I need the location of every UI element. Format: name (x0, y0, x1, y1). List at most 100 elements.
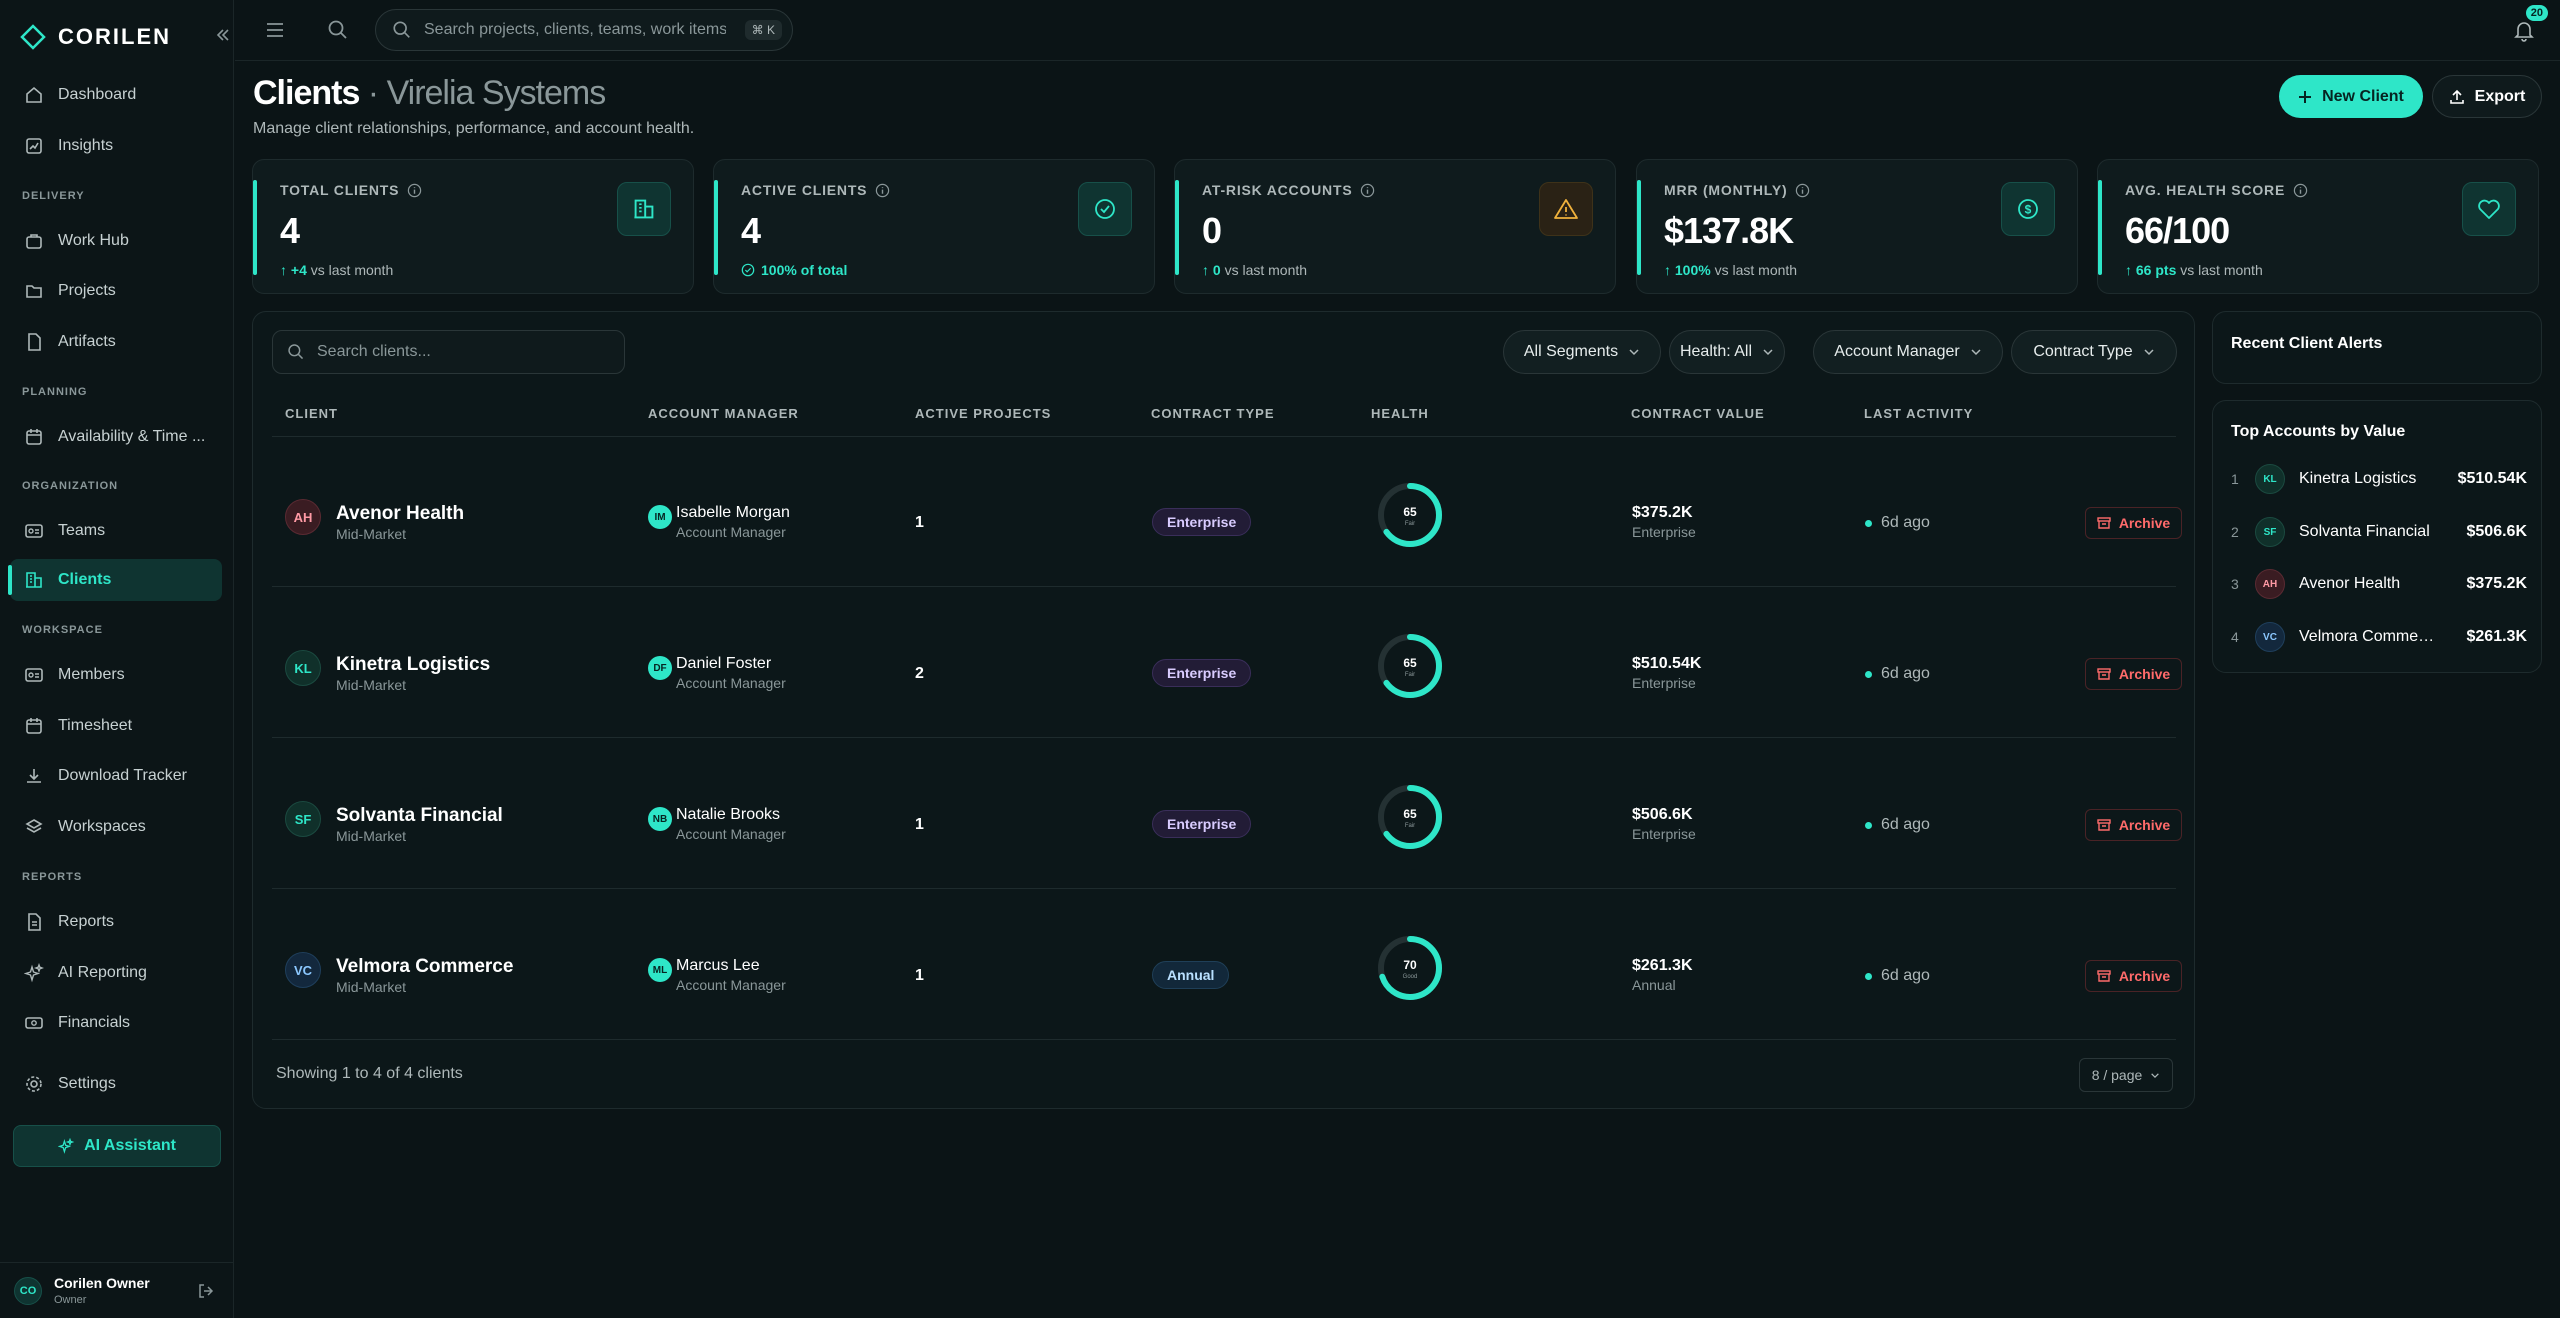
gear-icon (26, 1076, 42, 1092)
nav-label: Download Tracker (58, 767, 187, 784)
client-name[interactable]: Avenor Health (336, 503, 464, 525)
nav-label: Financials (58, 1014, 131, 1031)
list-item[interactable]: 1 KL Kinetra Logistics $510.54K (2231, 459, 2527, 499)
nav-clients[interactable]: Clients (8, 559, 222, 601)
list-item[interactable]: 2 SF Solvanta Financial $506.6K (2231, 512, 2527, 552)
active-projects: 1 (915, 514, 924, 531)
menu-icon[interactable] (265, 21, 285, 39)
account-value: $261.3K (2466, 628, 2528, 645)
filter-account-manager[interactable]: Account Manager (1813, 330, 2003, 374)
archive-button[interactable]: Archive (2085, 960, 2182, 992)
per-page-select[interactable]: 8 / page (2079, 1058, 2173, 1092)
contract-value: $261.3K (1632, 957, 1693, 974)
nav-artifacts[interactable]: Artifacts (10, 321, 222, 363)
logout-icon[interactable] (198, 1283, 214, 1299)
table-row[interactable]: AH Avenor Health Mid-Market IM Isabelle … (272, 437, 2182, 587)
column-header-last-activity[interactable]: LAST ACTIVITY (1864, 406, 1973, 421)
nav-ai-reporting[interactable]: AI Reporting (10, 952, 222, 994)
ai-assistant-label: AI Assistant (84, 1137, 176, 1154)
archive-button[interactable]: Archive (2085, 809, 2182, 841)
nav-availability[interactable]: Availability & Time ... (10, 416, 222, 458)
nav-insights[interactable]: Insights (10, 125, 222, 167)
nav-label: Insights (58, 137, 114, 154)
account-name: Velmora Commerce (2299, 628, 2439, 645)
archive-button[interactable]: Archive (2085, 658, 2182, 690)
chevron-down-icon (2144, 349, 2154, 356)
nav-teams[interactable]: Teams (10, 510, 222, 552)
nav-dashboard[interactable]: Dashboard (10, 74, 222, 116)
nav-members[interactable]: Members (10, 654, 222, 696)
health-gauge: 65 Fair (1376, 481, 1444, 549)
list-item[interactable]: 3 AH Avenor Health $375.2K (2231, 564, 2527, 604)
info-icon[interactable] (1360, 183, 1375, 198)
rank: 2 (2231, 524, 2239, 540)
archive-icon (2097, 970, 2111, 982)
info-icon[interactable] (1795, 183, 1810, 198)
nav-download-tracker[interactable]: Download Tracker (10, 755, 222, 797)
contract-type-badge: Enterprise (1152, 810, 1252, 838)
bell-icon[interactable] (2514, 20, 2534, 42)
nav-label: Availability & Time ... (58, 428, 206, 445)
contract-value-type: Enterprise (1632, 524, 1696, 540)
document-icon (28, 913, 41, 931)
list-item[interactable]: 4 VC Velmora Commerce $261.3K (2231, 617, 2527, 657)
table-row[interactable]: SF Solvanta Financial Mid-Market NB Nata… (272, 739, 2182, 889)
contract-type-badge: Enterprise (1152, 508, 1252, 536)
search-placeholder: Search projects, clients, teams, work it… (424, 21, 726, 38)
column-header-health[interactable]: HEALTH (1371, 406, 1429, 421)
filter-health[interactable]: Health: All (1669, 330, 1785, 374)
nav-workspaces[interactable]: Workspaces (10, 806, 222, 848)
search-icon[interactable] (327, 19, 349, 41)
section-reports: REPORTS (22, 871, 83, 883)
nav-work-hub[interactable]: Work Hub (10, 220, 222, 262)
client-name[interactable]: Velmora Commerce (336, 956, 513, 978)
sparkle-icon (24, 963, 44, 983)
health-gauge: 70 Good (1376, 934, 1444, 1002)
rank: 3 (2231, 576, 2239, 592)
column-header-contract-value[interactable]: CONTRACT VALUE (1631, 406, 1765, 421)
svg-text:$: $ (2025, 203, 2032, 217)
info-icon[interactable] (875, 183, 890, 198)
nav-label: AI Reporting (58, 964, 147, 981)
calendar-icon (26, 429, 42, 445)
stat-label: AT-RISK ACCOUNTS (1202, 182, 1375, 198)
stat-value: 0 (1202, 210, 1222, 251)
column-header-account-manager[interactable]: ACCOUNT MANAGER (648, 406, 799, 421)
recent-client-alerts-card: Recent Client Alerts (2212, 311, 2542, 384)
search-clients-input[interactable]: Search clients... (272, 330, 625, 374)
nav-projects[interactable]: Projects (10, 270, 222, 312)
filter-segments[interactable]: All Segments (1503, 330, 1661, 374)
health-label: Fair (1405, 672, 1415, 678)
column-header-contract-type[interactable]: CONTRACT TYPE (1151, 406, 1275, 421)
ai-assistant-button[interactable]: AI Assistant (13, 1125, 221, 1167)
nav-settings[interactable]: Settings (10, 1063, 222, 1105)
nav-financials[interactable]: Financials (10, 1002, 222, 1044)
global-search-input[interactable]: Search projects, clients, teams, work it… (375, 9, 793, 51)
collapse-sidebar-icon[interactable] (216, 28, 230, 42)
archive-button[interactable]: Archive (2085, 507, 2182, 539)
new-client-button[interactable]: New Client (2279, 75, 2423, 118)
client-name[interactable]: Kinetra Logistics (336, 654, 490, 676)
brand-logo[interactable]: CORILEN (20, 24, 171, 50)
table-row[interactable]: VC Velmora Commerce Mid-Market ML Marcus… (272, 890, 2182, 1040)
manager-avatar: IM (648, 505, 672, 529)
info-icon[interactable] (2293, 183, 2308, 198)
nav-timesheet[interactable]: Timesheet (10, 705, 222, 747)
stat-delta: ↑ 0 vs last month (1202, 262, 1308, 278)
export-button[interactable]: Export (2432, 75, 2542, 118)
layers-icon (25, 819, 43, 833)
client-name[interactable]: Solvanta Financial (336, 805, 503, 827)
nav-label: Timesheet (58, 717, 133, 734)
active-projects: 2 (915, 665, 924, 682)
user-profile[interactable]: CO Corilen Owner Owner (0, 1262, 234, 1318)
filter-contract-type[interactable]: Contract Type (2011, 330, 2177, 374)
nav-reports[interactable]: Reports (10, 901, 222, 943)
client-segment: Mid-Market (336, 677, 407, 693)
info-icon[interactable] (407, 183, 422, 198)
column-header-client[interactable]: CLIENT (285, 406, 338, 421)
table-row[interactable]: KL Kinetra Logistics Mid-Market DF Danie… (272, 588, 2182, 738)
account-value: $510.54K (2457, 470, 2527, 487)
column-header-active-projects[interactable]: ACTIVE PROJECTS (915, 406, 1051, 421)
sidebar: CORILEN Dashboard Insights DELIVERY Work… (0, 0, 234, 1318)
plus-icon (2299, 90, 2312, 103)
